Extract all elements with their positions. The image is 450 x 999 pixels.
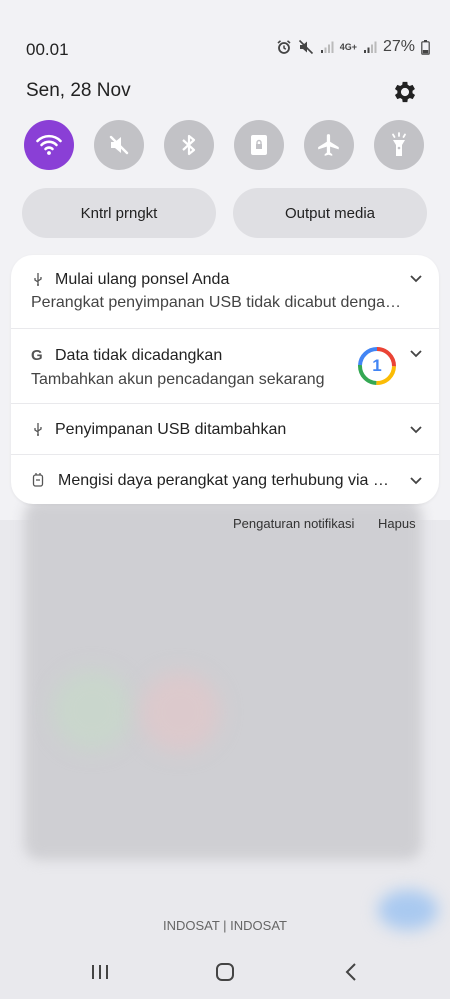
notification-text: Tambahkan akun pencadangan sekarang (31, 371, 325, 388)
chevron-down-icon[interactable] (409, 349, 423, 359)
media-output-label: Output media (284, 204, 376, 222)
notification-title: Mulai ulang ponsel Anda (55, 271, 230, 288)
back-icon[interactable] (342, 962, 362, 982)
panel-date: Sen, 28 Nov (26, 80, 131, 101)
clear-notifications-button[interactable]: Hapus (378, 516, 416, 531)
flashlight-toggle[interactable] (374, 120, 424, 170)
notification-item[interactable]: Mulai ulang ponsel Anda Perangkat penyim… (11, 255, 439, 328)
gear-icon[interactable] (391, 78, 419, 106)
blurred-app-icon (140, 672, 220, 752)
network-type: 4G+ (339, 42, 357, 52)
portrait-lock-toggle[interactable] (234, 120, 284, 170)
sound-mute-icon (109, 135, 129, 155)
portrait-lock-icon (251, 135, 267, 155)
alarm-icon (277, 40, 291, 54)
google-one-badge: 1 (357, 346, 397, 386)
notification-card: Mulai ulang ponsel Anda Perangkat penyim… (11, 255, 439, 504)
signal-icon (320, 41, 334, 53)
chevron-down-icon[interactable] (409, 425, 423, 435)
device-control-button[interactable]: Kntrl prngkt (22, 188, 216, 238)
battery-percent: 27% (382, 38, 415, 55)
notification-title: Data tidak dicadangkan (55, 347, 223, 364)
signal-icon (363, 41, 377, 53)
status-time: 00.01 (26, 40, 69, 59)
wifi-toggle[interactable] (24, 120, 74, 170)
sound-toggle[interactable] (94, 120, 144, 170)
notification-item[interactable]: G Data tidak dicadangkan Tambahkan akun … (11, 328, 439, 404)
quick-settings-toggles (24, 120, 426, 170)
google-icon: G (31, 347, 43, 364)
usb-icon (34, 423, 42, 436)
charging-icon (32, 473, 44, 487)
bluetooth-icon (182, 134, 196, 156)
chevron-down-icon[interactable] (409, 476, 423, 486)
battery-icon (421, 39, 430, 55)
notification-text: Perangkat penyimpanan USB tidak dicabut … (31, 294, 403, 311)
notification-item[interactable]: Mengisi daya perangkat yang terhubung vi… (11, 454, 439, 504)
carrier-label: INDOSAT | INDOSAT (162, 918, 287, 933)
flashlight-icon (392, 132, 406, 156)
blurred-app-icon (52, 670, 132, 750)
airplane-toggle[interactable] (304, 120, 354, 170)
usb-icon (34, 273, 42, 286)
home-icon[interactable] (215, 962, 235, 982)
wifi-icon (36, 134, 62, 155)
notification-title: Penyimpanan USB ditambahkan (55, 421, 287, 438)
mute-icon (298, 39, 313, 55)
airplane-icon (318, 134, 339, 156)
status-bar: 00.01 4G+ 27% (0, 34, 450, 64)
badge-number: 1 (372, 356, 382, 375)
chevron-down-icon[interactable] (409, 274, 423, 284)
notification-item[interactable]: Penyimpanan USB ditambahkan (11, 403, 439, 455)
device-control-label: Kntrl prngkt (80, 204, 158, 222)
bluetooth-toggle[interactable] (164, 120, 214, 170)
media-output-button[interactable]: Output media (233, 188, 427, 238)
recent-apps-icon[interactable] (90, 962, 110, 982)
notification-settings-button[interactable]: Pengaturan notifikasi (233, 516, 354, 531)
notification-title: Mengisi daya perangkat yang terhubung vi… (58, 472, 398, 489)
status-icons: 4G+ 27% (276, 38, 430, 56)
